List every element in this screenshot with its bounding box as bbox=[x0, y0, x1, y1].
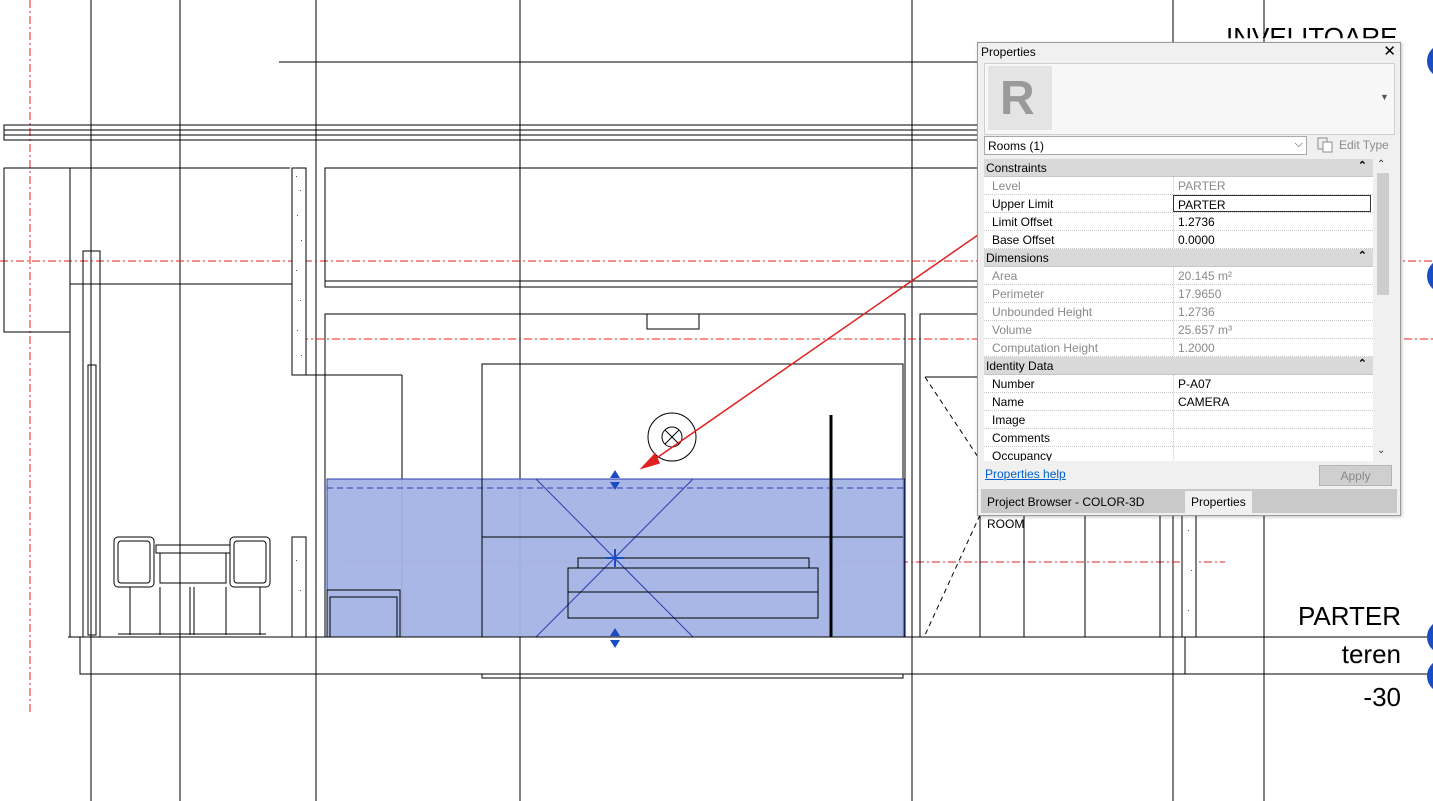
property-name: Volume bbox=[992, 323, 1033, 337]
properties-palette[interactable]: Properties ✕ R ▼ Rooms (1) ⌵ Edit Type C… bbox=[977, 42, 1401, 531]
property-value-input[interactable]: 1.2736 bbox=[1173, 213, 1373, 230]
property-row-limit-offset[interactable]: Limit Offset 1.2736 bbox=[984, 213, 1373, 231]
property-value-input[interactable]: P-A07 bbox=[1173, 375, 1373, 392]
property-value: PARTER bbox=[1173, 177, 1373, 194]
property-name: Area bbox=[992, 269, 1018, 283]
type-selector[interactable]: Rooms (1) ⌵ bbox=[984, 136, 1307, 155]
type-preview: R ▼ bbox=[984, 63, 1395, 135]
scroll-down-icon[interactable]: ⌄ bbox=[1377, 445, 1385, 456]
collapse-icon[interactable]: ⌃ bbox=[1358, 249, 1367, 262]
apply-button[interactable]: Apply bbox=[1319, 465, 1392, 486]
property-name: Name bbox=[992, 395, 1025, 409]
property-name: Limit Offset bbox=[992, 215, 1053, 229]
level-label-teren: teren bbox=[1341, 639, 1401, 669]
property-row-level: Level PARTER bbox=[984, 177, 1373, 195]
property-value-input[interactable]: 0.0000 bbox=[1173, 231, 1373, 248]
tab-project-browser[interactable]: Project Browser - COLOR-3D ROOM bbox=[981, 491, 1184, 531]
property-name: Computation Height bbox=[992, 341, 1099, 355]
chevron-down-icon[interactable]: ▼ bbox=[1380, 92, 1392, 104]
edit-type-icon bbox=[1317, 137, 1333, 153]
group-dimensions[interactable]: Dimensions ⌃ bbox=[984, 249, 1373, 267]
group-identity-data[interactable]: Identity Data ⌃ bbox=[984, 357, 1373, 375]
property-name: Image bbox=[992, 413, 1026, 427]
property-row-base-offset[interactable]: Base Offset 0.0000 bbox=[984, 231, 1373, 249]
property-value-input[interactable] bbox=[1173, 447, 1373, 461]
property-value-input[interactable]: PARTER bbox=[1173, 195, 1371, 212]
palette-tabs: Project Browser - COLOR-3D ROOM Properti… bbox=[981, 489, 1397, 531]
property-row-area: Area 20.145 m² bbox=[984, 267, 1373, 285]
property-value-input[interactable]: CAMERA bbox=[1173, 393, 1373, 410]
properties-grid[interactable]: Constraints ⌃ Level PARTER Upper Limit P… bbox=[984, 159, 1373, 461]
level-elevation: -30 bbox=[1363, 682, 1401, 712]
group-label: Constraints bbox=[986, 161, 1047, 175]
property-row-perimeter: Perimeter 17.9650 bbox=[984, 285, 1373, 303]
property-value: 25.657 m³ bbox=[1173, 321, 1373, 338]
properties-help-link[interactable]: Properties help bbox=[985, 467, 1066, 481]
property-row-image[interactable]: Image bbox=[984, 411, 1373, 429]
chevron-down-icon: ⌵ bbox=[1294, 138, 1303, 150]
property-name: Unbounded Height bbox=[992, 305, 1093, 319]
tab-properties[interactable]: Properties bbox=[1185, 491, 1252, 513]
property-row-upper-limit[interactable]: Upper Limit PARTER bbox=[984, 195, 1373, 213]
type-selector-value: Rooms (1) bbox=[988, 139, 1045, 153]
edit-type-button[interactable]: Edit Type bbox=[1317, 136, 1395, 155]
property-name: Occupancy bbox=[992, 449, 1053, 461]
property-name: Level bbox=[992, 179, 1021, 193]
property-row-name[interactable]: Name CAMERA bbox=[984, 393, 1373, 411]
property-row-occupancy[interactable]: Occupancy bbox=[984, 447, 1373, 461]
scrollbar-thumb[interactable] bbox=[1377, 173, 1389, 295]
roof-band bbox=[3, 61, 981, 333]
property-value: 17.9650 bbox=[1173, 285, 1373, 302]
type-logo-letter: R bbox=[1000, 72, 1035, 125]
level-head-icon[interactable] bbox=[1427, 44, 1433, 693]
property-name: Comments bbox=[992, 431, 1051, 445]
dining-set bbox=[113, 536, 271, 635]
property-value: 1.2000 bbox=[1173, 339, 1373, 356]
property-name: Upper Limit bbox=[992, 197, 1054, 211]
property-row-number[interactable]: Number P-A07 bbox=[984, 375, 1373, 393]
property-row-volume: Volume 25.657 m³ bbox=[984, 321, 1373, 339]
property-name: Perimeter bbox=[992, 287, 1045, 301]
property-row-computation-height: Computation Height 1.2000 bbox=[984, 339, 1373, 357]
property-value-input[interactable] bbox=[1173, 429, 1373, 446]
leader-arrow bbox=[639, 227, 989, 470]
scroll-up-icon[interactable]: ⌃ bbox=[1377, 159, 1385, 170]
group-label: Identity Data bbox=[986, 359, 1054, 373]
property-value: 1.2736 bbox=[1173, 303, 1373, 320]
property-name: Base Offset bbox=[992, 233, 1055, 247]
property-row-unbounded-height: Unbounded Height 1.2736 bbox=[984, 303, 1373, 321]
palette-title: Properties bbox=[981, 45, 1036, 59]
group-label: Dimensions bbox=[986, 251, 1049, 265]
palette-title-bar[interactable]: Properties ✕ bbox=[978, 43, 1400, 61]
properties-scrollbar[interactable]: ⌃ ⌄ bbox=[1373, 159, 1393, 461]
collapse-icon[interactable]: ⌃ bbox=[1358, 159, 1367, 172]
property-value-input[interactable] bbox=[1173, 411, 1373, 428]
collapse-icon[interactable]: ⌃ bbox=[1358, 357, 1367, 370]
edit-type-label: Edit Type bbox=[1339, 138, 1389, 152]
revit-logo-icon: R bbox=[988, 66, 1052, 130]
ground-slab bbox=[68, 636, 1433, 679]
property-row-comments[interactable]: Comments bbox=[984, 429, 1373, 447]
group-constraints[interactable]: Constraints ⌃ bbox=[984, 159, 1373, 177]
level-label-parter: PARTER bbox=[1297, 601, 1401, 631]
property-name: Number bbox=[992, 377, 1035, 391]
close-icon[interactable]: ✕ bbox=[1383, 42, 1396, 60]
property-value: 20.145 m² bbox=[1173, 267, 1373, 284]
